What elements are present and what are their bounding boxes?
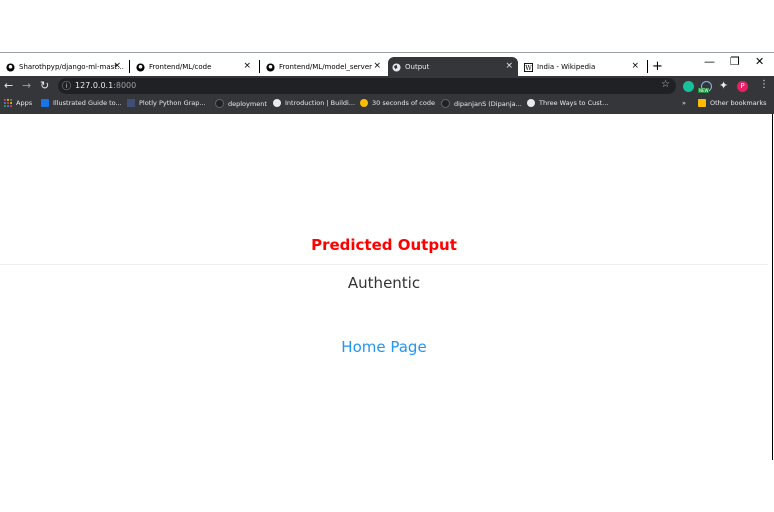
restore-button[interactable]: ❐ xyxy=(730,55,740,68)
window-edge xyxy=(772,114,773,460)
divider xyxy=(0,264,768,265)
browser-chrome: Sharothpyp/django-ml-master • Pr × Front… xyxy=(0,52,774,114)
grammarly-extension-icon[interactable] xyxy=(683,81,694,92)
bookmark-label: dipanjanS (Dipanja... xyxy=(454,99,522,108)
github-icon xyxy=(6,62,15,72)
tab-separator xyxy=(647,60,648,73)
tab-separator xyxy=(129,60,130,73)
apps-grid-icon xyxy=(4,99,12,107)
tab-close-icon[interactable]: × xyxy=(505,61,513,71)
bookmark-dipanjans[interactable]: dipanjanS (Dipanja... xyxy=(441,99,522,108)
tab-django-ml-master[interactable]: Sharothpyp/django-ml-master • Pr × xyxy=(2,57,126,77)
bookmarks-overflow-button[interactable]: » xyxy=(682,99,686,107)
bookmark-label: Introduction | Buildi... xyxy=(285,99,356,107)
github-icon xyxy=(266,62,275,72)
new-tab-button[interactable]: + xyxy=(652,59,663,74)
url-text: 127.0.0.1:8000 xyxy=(75,81,136,90)
forward-arrow-icon[interactable]: → xyxy=(22,79,31,92)
tab-close-icon[interactable]: × xyxy=(113,61,121,71)
browser-menu-icon[interactable]: ⋮ xyxy=(759,79,769,90)
bookmark-introduction[interactable]: Introduction | Buildi... xyxy=(273,99,355,107)
bookmark-apps[interactable]: Apps xyxy=(4,99,32,107)
globe-icon xyxy=(527,99,535,107)
extensions-puzzle-icon[interactable]: ✦ xyxy=(719,79,728,92)
profile-avatar[interactable]: P xyxy=(737,81,748,92)
other-bookmarks-label: Other bookmarks xyxy=(710,99,767,107)
bookmarks-bar: Apps Illustrated Guide to... Plotly Pyth… xyxy=(0,96,774,114)
extension-new-badge: NEW xyxy=(698,88,710,93)
bookmark-label: deployment xyxy=(228,99,267,108)
site-icon xyxy=(360,99,368,107)
tab-title: Sharothpyp/django-ml-master • Pr xyxy=(19,63,126,71)
folder-icon xyxy=(698,99,706,107)
bookmark-label: Plotly Python Grap... xyxy=(139,99,206,107)
tab-close-icon[interactable]: × xyxy=(631,61,639,71)
bookmark-star-icon[interactable]: ☆ xyxy=(661,79,670,90)
github-icon xyxy=(215,99,224,108)
minimize-button[interactable]: — xyxy=(704,55,715,68)
bookmark-three-ways[interactable]: Three Ways to Cust... xyxy=(527,99,608,107)
tab-separator xyxy=(259,60,260,73)
other-bookmarks[interactable]: Other bookmarks xyxy=(698,99,767,107)
page-title: Predicted Output xyxy=(311,236,457,254)
bookmark-illustrated-guide[interactable]: Illustrated Guide to... xyxy=(41,99,122,107)
url-host: 127.0.0.1 xyxy=(75,81,114,90)
bookmark-label: Apps xyxy=(16,99,33,107)
tab-india-wikipedia[interactable]: W India - Wikipedia × xyxy=(520,57,644,77)
tab-frontend-code[interactable]: Frontend/ML/code × xyxy=(132,57,256,77)
globe-icon xyxy=(392,62,401,72)
url-port: :8000 xyxy=(113,81,137,90)
github-icon xyxy=(441,99,450,108)
tab-output[interactable]: Output × xyxy=(388,57,518,77)
reload-icon[interactable]: ↻ xyxy=(40,79,49,92)
close-window-button[interactable]: ✕ xyxy=(755,55,764,68)
tab-title: Output xyxy=(405,63,430,71)
prediction-result: Authentic xyxy=(347,274,421,292)
svg-text:W: W xyxy=(525,64,532,71)
bookmark-deployment[interactable]: deployment xyxy=(215,99,267,108)
tab-close-icon[interactable]: × xyxy=(243,61,251,71)
bookmark-label: Three Ways to Cust... xyxy=(539,99,609,107)
address-bar[interactable]: ⓘ 127.0.0.1:8000 ☆ xyxy=(58,78,676,94)
tab-title: Frontend/ML/model_server xyxy=(279,63,373,71)
site-info-icon[interactable]: ⓘ xyxy=(62,79,71,92)
browser-toolbar: ← → ↻ ⓘ 127.0.0.1:8000 ☆ NEW ✦ P ⋮ xyxy=(0,76,774,96)
tab-model-server[interactable]: Frontend/ML/model_server × xyxy=(262,57,386,77)
tab-strip: Sharothpyp/django-ml-master • Pr × Front… xyxy=(0,52,774,77)
blank-top-area xyxy=(0,0,774,52)
site-icon xyxy=(41,99,49,107)
github-icon xyxy=(136,62,145,72)
bookmark-label: 30 seconds of code xyxy=(372,99,435,107)
wikipedia-icon: W xyxy=(524,62,533,72)
home-page-link[interactable]: Home Page xyxy=(0,338,768,356)
bookmark-plotly[interactable]: Plotly Python Grap... xyxy=(127,99,206,107)
tab-title: India - Wikipedia xyxy=(537,63,596,71)
tab-close-icon[interactable]: × xyxy=(373,61,381,71)
tab-title: Frontend/ML/code xyxy=(149,63,212,71)
back-arrow-icon[interactable]: ← xyxy=(4,79,13,92)
bookmark-30-seconds-of-code[interactable]: 30 seconds of code xyxy=(360,99,435,107)
plotly-icon xyxy=(127,99,135,107)
globe-icon xyxy=(273,99,281,107)
page-content: Predicted Output Authentic Home Page xyxy=(0,114,774,512)
bookmark-label: Illustrated Guide to... xyxy=(53,99,122,107)
